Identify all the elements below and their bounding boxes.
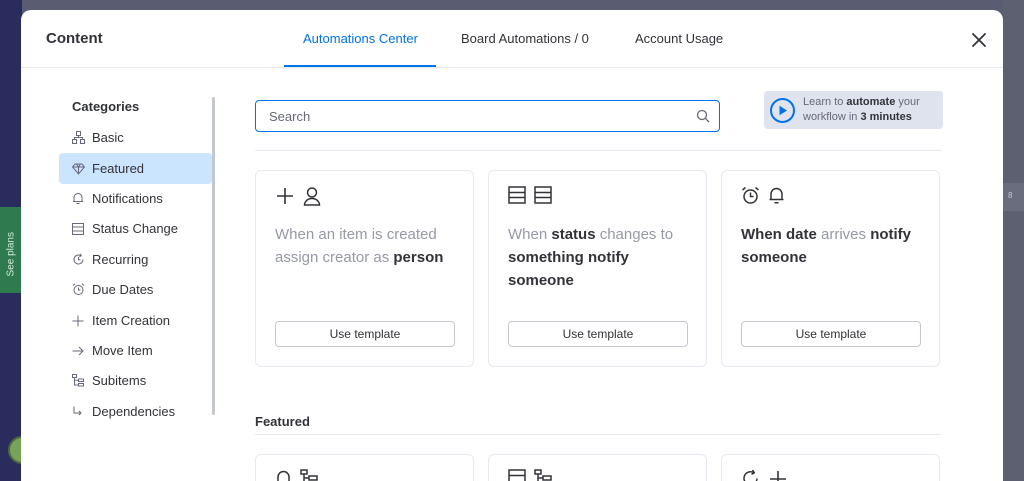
learn-bold-duration: 3 minutes [860, 111, 912, 123]
category-label: Notifications [92, 191, 163, 206]
person-icon [303, 187, 321, 206]
background-board-count: 8 [1008, 191, 1013, 200]
table-icon [71, 222, 85, 236]
category-label: Featured [92, 161, 145, 176]
template-card[interactable]: When an item is created assign creator a… [255, 170, 474, 367]
category-move-item[interactable]: Move Item [59, 335, 212, 366]
category-featured[interactable]: Featured [59, 153, 212, 184]
template-text-part: When [508, 226, 552, 243]
learn-text: Learn to automate your workflow in 3 min… [803, 95, 943, 125]
card-icons [508, 186, 552, 204]
template-description: When status changes to something notify … [508, 223, 693, 292]
sitemap-icon [71, 131, 85, 145]
active-tab-indicator [284, 65, 436, 67]
category-label: Dependencies [92, 404, 176, 419]
template-card[interactable] [488, 454, 707, 481]
category-label: Subitems [92, 373, 147, 388]
learn-bold-automate: automate [846, 96, 896, 108]
template-text-part: status [551, 226, 596, 243]
template-text-part: changes to [595, 226, 674, 243]
category-label: Status Change [92, 221, 179, 236]
learn-automate-video[interactable]: Learn to automate your workflow in 3 min… [764, 91, 943, 129]
category-label: Basic [92, 130, 124, 145]
tab-account-usage[interactable]: Account Usage [635, 31, 723, 46]
template-description: When an item is created assign creator a… [275, 223, 460, 269]
category-label: Due Dates [92, 282, 154, 297]
categories-scrollbar[interactable] [212, 97, 215, 415]
card-icons [741, 186, 785, 205]
bell-icon [277, 470, 290, 481]
card-icons [741, 469, 788, 481]
use-template-button[interactable]: Use template [741, 321, 921, 347]
bell-icon [769, 187, 784, 204]
search-input[interactable] [269, 108, 689, 124]
divider [255, 434, 941, 435]
search-icon[interactable] [696, 109, 710, 123]
arrow-right-icon [71, 344, 85, 358]
template-card[interactable] [255, 454, 474, 481]
category-item-creation[interactable]: Item Creation [59, 305, 212, 336]
play-icon [770, 97, 795, 123]
learn-prefix: Learn to [803, 96, 847, 108]
subitems-icon [71, 374, 85, 388]
recurring-icon [743, 469, 758, 481]
modal-title: Content [46, 30, 103, 47]
use-template-button[interactable]: Use template [508, 321, 688, 347]
category-label: Item Creation [92, 313, 171, 328]
background-board [1003, 0, 1024, 481]
template-text-part: arrives [816, 226, 871, 243]
subitems-icon [300, 469, 318, 481]
background-board-row [1003, 183, 1024, 211]
card-icons [508, 469, 552, 481]
category-recurring[interactable]: Recurring [59, 244, 212, 275]
category-dependencies[interactable]: Dependencies [59, 396, 212, 427]
automations-modal: Content Automations Center Board Automat… [21, 10, 1003, 481]
close-icon [972, 33, 986, 47]
category-status-change[interactable]: Status Change [59, 213, 212, 244]
category-subitems[interactable]: Subitems [59, 365, 212, 396]
use-template-button[interactable]: Use template [275, 321, 455, 347]
search-field[interactable] [255, 100, 720, 132]
featured-section-title: Featured [255, 414, 310, 429]
template-text-part: person [393, 249, 444, 266]
category-due-dates[interactable]: Due Dates [59, 274, 212, 305]
tab-automations-center[interactable]: Automations Center [303, 31, 418, 46]
alarm-icon [71, 283, 85, 297]
category-label: Recurring [92, 252, 149, 267]
template-description: When date arrives notify someone [741, 223, 926, 269]
close-button[interactable] [969, 30, 989, 50]
bell-icon [71, 192, 85, 206]
card-icons [275, 469, 318, 481]
category-label: Move Item [92, 343, 153, 358]
recurring-icon [71, 253, 85, 267]
plus-icon [770, 471, 786, 481]
table-icon [508, 186, 526, 204]
subitems-icon [534, 469, 552, 481]
template-card[interactable] [721, 454, 940, 481]
template-text-part: When date [741, 226, 817, 243]
table-icon [534, 186, 552, 204]
template-card[interactable]: When date arrives notify someone Use tem… [721, 170, 940, 367]
modal-header: Content Automations Center Board Automat… [21, 10, 1003, 68]
diamond-icon [71, 162, 85, 176]
template-card[interactable]: When status changes to something notify … [488, 170, 707, 367]
dependency-icon [71, 405, 85, 419]
table-icon [508, 469, 526, 481]
category-notifications[interactable]: Notifications [59, 183, 212, 214]
plus-icon [71, 314, 85, 328]
card-icons [275, 186, 321, 206]
category-basic[interactable]: Basic [59, 122, 212, 153]
plus-icon [277, 188, 293, 204]
divider [255, 150, 941, 151]
template-text-part: something notify someone [508, 249, 629, 289]
alarm-icon [742, 186, 759, 204]
categories-heading: Categories [72, 99, 140, 114]
tab-board-automations[interactable]: Board Automations / 0 [461, 31, 589, 46]
see-plans-label: See plans [5, 232, 17, 277]
